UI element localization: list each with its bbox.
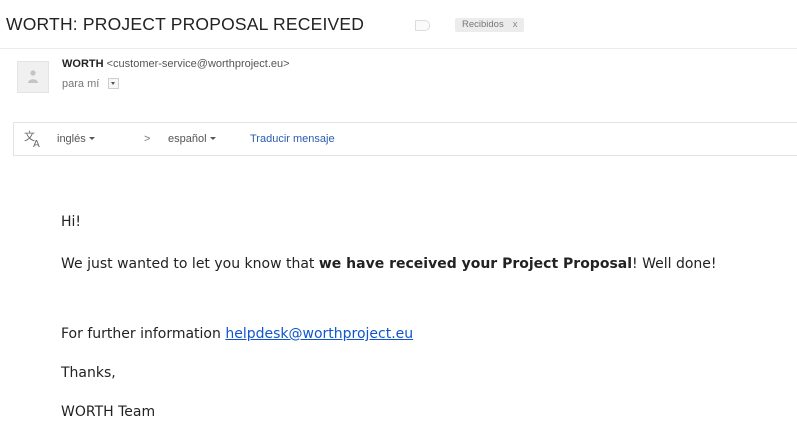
source-language-dropdown[interactable]: inglés — [57, 133, 95, 145]
helpdesk-email-link[interactable]: helpdesk@worthproject.eu — [225, 326, 413, 342]
message-line-1-bold: we have received your Project Proposal — [318, 256, 633, 272]
remove-label-button[interactable]: x — [513, 19, 518, 30]
email-subject: WORTH: PROJECT PROPOSAL RECEIVED — [6, 14, 365, 34]
important-marker-icon[interactable] — [415, 20, 430, 31]
chevron-down-icon — [88, 137, 95, 140]
person-icon — [28, 70, 38, 83]
recipient-text: para mí — [62, 78, 100, 90]
show-details-dropdown-icon[interactable] — [108, 78, 120, 89]
info-prefix: For further information — [61, 326, 226, 342]
message-line-1: We just wanted to let you know that we h… — [61, 256, 717, 272]
recipient-line: para mí — [62, 78, 120, 90]
sender-avatar — [17, 61, 49, 93]
target-language-dropdown[interactable]: español — [168, 133, 216, 145]
email-header: WORTH: PROJECT PROPOSAL RECEIVED Recibid… — [0, 0, 797, 49]
source-language-label: inglés — [57, 133, 86, 145]
language-arrow: > — [144, 133, 151, 145]
message-greeting: Hi! — [61, 214, 82, 230]
sender-email: <customer-service@worthproject.eu> — [106, 58, 290, 70]
inbox-label-chip[interactable]: Recibidos x — [455, 18, 525, 32]
sender-line: WORTH <customer-service@worthproject.eu> — [62, 58, 290, 70]
translate-bar: 文 A inglés > español Traducir mensaje — [13, 122, 797, 156]
sender-name[interactable]: WORTH — [62, 58, 104, 70]
message-line-1-start: We just wanted to let you know that — [61, 256, 319, 272]
svg-text:A: A — [33, 139, 40, 148]
translate-message-link[interactable]: Traducir mensaje — [250, 133, 335, 145]
message-info-line: For further information helpdesk@worthpr… — [61, 326, 413, 342]
label-chip-text: Recibidos — [462, 19, 504, 30]
message-thanks: Thanks, — [61, 365, 116, 381]
chevron-down-icon — [209, 137, 216, 140]
message-signature: WORTH Team — [61, 404, 156, 420]
target-language-label: español — [168, 133, 207, 145]
message-line-1-end: ! Well done! — [632, 256, 717, 272]
translate-icon: 文 A — [24, 130, 40, 148]
